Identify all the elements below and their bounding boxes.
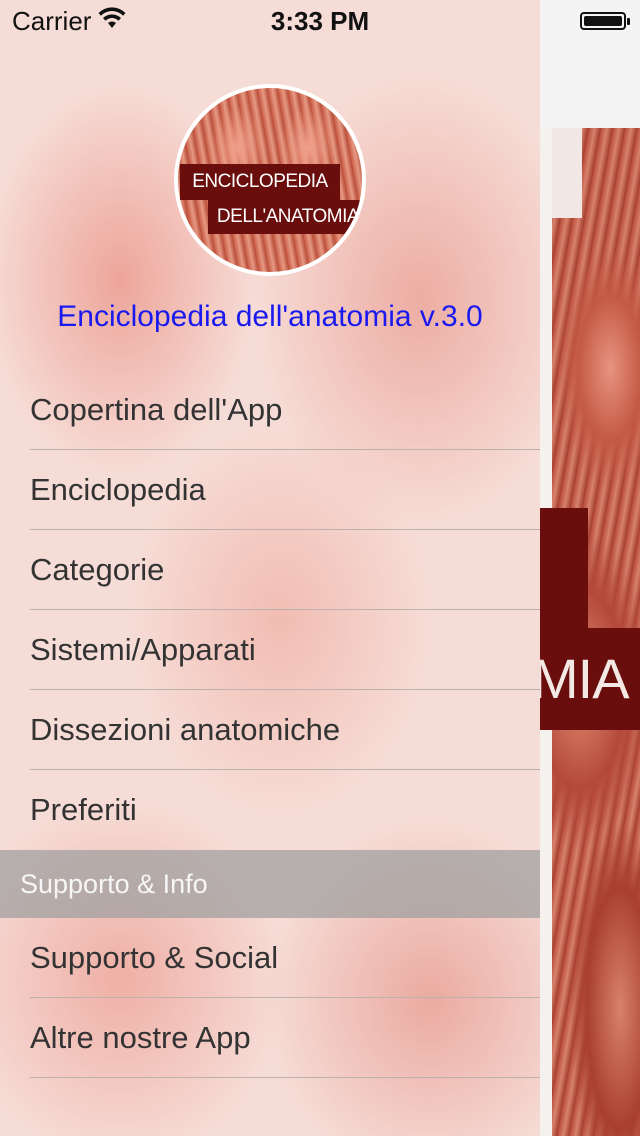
menu-item-enciclopedia[interactable]: Enciclopedia — [0, 450, 540, 530]
logo-text-line1: ENCICLOPEDIA — [180, 164, 340, 200]
app-title: Enciclopedia dell'anatomia v.3.0 — [57, 300, 483, 333]
menu-item-label: Preferiti — [30, 792, 137, 827]
cover-title-band — [540, 508, 588, 628]
menu-item-label: Altre nostre App — [30, 1020, 251, 1055]
menu-item-label: Copertina dell'App — [30, 392, 283, 427]
logo-text-line2: DELL'ANATOMIA — [208, 200, 362, 234]
battery-icon — [580, 12, 630, 30]
menu-item-copertina[interactable]: Copertina dell'App — [0, 370, 540, 450]
separator — [30, 1077, 540, 1078]
menu-item-label: Categorie — [30, 552, 165, 587]
menu-item-sistemi-apparati[interactable]: Sistemi/Apparati — [0, 610, 540, 690]
menu-item-preferiti[interactable]: Preferiti — [0, 770, 540, 850]
menu-item-label: Sistemi/Apparati — [30, 632, 256, 667]
menu-item-categorie[interactable]: Categorie — [0, 530, 540, 610]
menu-item-label: Dissezioni anatomiche — [30, 712, 341, 747]
menu-item-dissezioni[interactable]: Dissezioni anatomiche — [0, 690, 540, 770]
clock: 3:33 PM — [270, 6, 370, 36]
main-screen-peek[interactable]: MIA — [540, 0, 640, 1136]
menu-item-altre-app[interactable]: Altre nostre App — [0, 998, 540, 1078]
status-bar: Carrier 3:33 PM — [0, 0, 640, 40]
cover-title-fragment: MIA — [540, 647, 630, 710]
menu-item-supporto-social[interactable]: Supporto & Social — [0, 918, 540, 998]
menu-list: Copertina dell'App Enciclopedia Categori… — [0, 370, 540, 1078]
section-header-supporto: Supporto & Info — [0, 850, 540, 918]
menu-item-label: Enciclopedia — [30, 472, 206, 507]
side-menu-drawer: ENCICLOPEDIA DELL'ANATOMIA Enciclopedia … — [0, 0, 540, 1136]
app-logo: ENCICLOPEDIA DELL'ANATOMIA — [174, 84, 366, 276]
menu-item-label: Supporto & Social — [30, 940, 279, 975]
